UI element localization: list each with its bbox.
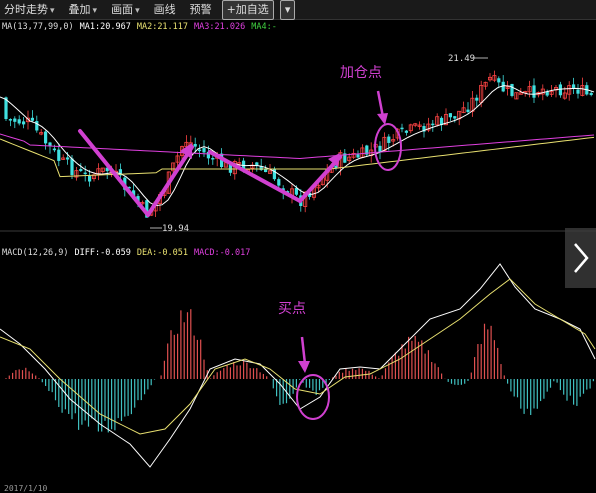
menu-alert[interactable]: 预警 <box>186 1 216 19</box>
candlestick <box>475 94 479 107</box>
candlestick <box>545 89 549 97</box>
chevron-down-icon: ▾ <box>284 2 291 16</box>
candlestick <box>343 149 347 164</box>
legend-item: MA3:21.026 <box>194 22 245 32</box>
candlestick <box>378 141 382 160</box>
candlestick <box>532 78 536 104</box>
up-trend-arrow <box>146 145 194 217</box>
candlestick <box>514 92 519 100</box>
upper-legend: MA(13,77,99,0) MA1:20.967 MA2:21.117 MA3:21… <box>2 22 277 32</box>
candlestick <box>585 82 589 96</box>
candlestick <box>48 141 52 154</box>
candlestick <box>567 81 572 101</box>
candlestick <box>558 81 562 98</box>
candlestick <box>435 113 440 127</box>
moving-average-series <box>0 85 595 207</box>
candlestick <box>382 132 387 152</box>
legend-item: MA4:- <box>251 22 277 32</box>
candlestick <box>527 80 532 98</box>
legend-item: DIFF:-0.059 <box>75 248 131 258</box>
ma1-line <box>0 85 595 207</box>
candlestick <box>413 122 418 128</box>
candlestick <box>501 75 505 93</box>
candlestick <box>466 102 470 114</box>
candlestick <box>13 116 17 129</box>
candlestick <box>61 154 66 160</box>
menu-draw-line[interactable]: 画线 <box>150 1 180 19</box>
chevron-down-icon: ▾ <box>135 5 140 16</box>
candlestick <box>255 161 259 172</box>
candlestick <box>96 163 101 181</box>
candlestick <box>505 80 510 96</box>
add-to-watchlist-button[interactable]: +加自选 <box>221 0 274 20</box>
candlestick <box>30 110 34 123</box>
candlestick <box>470 90 475 117</box>
chevron-right-icon <box>573 243 589 273</box>
menu-overlay[interactable]: 叠加 ▾ <box>65 1 102 19</box>
candlestick <box>8 118 12 127</box>
candlestick <box>22 116 26 129</box>
legend-item: MA1:20.967 <box>80 22 131 32</box>
legend-item: DEA:-0.051 <box>137 248 188 258</box>
legend-item: MA2:21.117 <box>137 22 188 32</box>
lower-legend: MACD(12,26,9) DIFF:-0.059 DEA:-0.051 MACD:-… <box>2 248 250 258</box>
candlestick <box>17 115 21 126</box>
candlestick <box>580 77 585 97</box>
candlestick <box>404 129 408 136</box>
svg-text:21.49: 21.49 <box>448 54 475 64</box>
candlestick <box>440 116 444 131</box>
candlestick <box>417 121 422 130</box>
pointer-arrow <box>376 90 385 118</box>
candlestick <box>576 84 580 99</box>
add-position-label: 加仓点 <box>340 65 382 81</box>
arrowhead <box>298 361 310 373</box>
candlestick <box>250 162 255 173</box>
buy-point-label: 买点 <box>278 301 306 317</box>
next-image-button[interactable] <box>565 228 596 288</box>
watchlist-menu-button[interactable]: ▾ <box>279 0 296 20</box>
chevron-down-icon: ▾ <box>92 5 98 16</box>
candlestick <box>44 130 48 150</box>
svg-text:19.94: 19.94 <box>162 224 189 234</box>
candlestick <box>74 167 79 181</box>
legend-item: MA(13,77,99,0) <box>2 22 74 32</box>
candlestick <box>202 140 206 157</box>
pointer-arrow <box>300 336 307 365</box>
candlestick <box>492 70 497 83</box>
candlestick <box>510 83 514 98</box>
candlestick <box>426 117 431 133</box>
candlestick <box>448 113 452 121</box>
candlestick <box>408 123 413 134</box>
menu-intraday[interactable]: 分时走势 ▾ <box>0 1 59 19</box>
date-axis-label: 2017/1/10 <box>4 484 48 493</box>
legend-item: MACD(12,26,9) <box>2 248 69 258</box>
low-price-marker: 19.94 <box>150 224 189 234</box>
ma3-line <box>0 133 595 160</box>
candlestick <box>232 159 237 180</box>
kline-chart: MA(13,77,99,0) MA1:20.967 MA2:21.117 MA3:21… <box>0 22 596 468</box>
candlestick <box>461 101 466 114</box>
diff-line <box>0 263 596 468</box>
candlestick <box>365 144 369 158</box>
candlestick <box>572 77 576 95</box>
candlestick <box>483 81 488 90</box>
macd-lines <box>0 263 596 468</box>
candlestick <box>39 129 44 136</box>
candlestick <box>554 84 559 98</box>
macd-histogram <box>5 309 595 433</box>
candlestick <box>431 119 435 132</box>
down-trend-arrow <box>208 150 302 203</box>
candlestick <box>360 144 365 158</box>
candlestick <box>453 115 457 123</box>
candlestick <box>198 144 202 158</box>
legend-item: MACD:-0.017 <box>194 248 250 258</box>
menu-view[interactable]: 画面 ▾ <box>107 1 144 19</box>
candlestick <box>536 91 541 98</box>
chart-toolbar: 分时走势 ▾ 叠加 ▾ 画面 ▾ 画线 预警 +加自选 ▾ <box>0 0 596 20</box>
candlestick <box>487 73 492 82</box>
high-price-marker: 21.49 <box>448 54 488 64</box>
candlestick <box>83 165 87 182</box>
chevron-down-icon: ▾ <box>50 5 55 16</box>
candlestick <box>400 123 404 133</box>
